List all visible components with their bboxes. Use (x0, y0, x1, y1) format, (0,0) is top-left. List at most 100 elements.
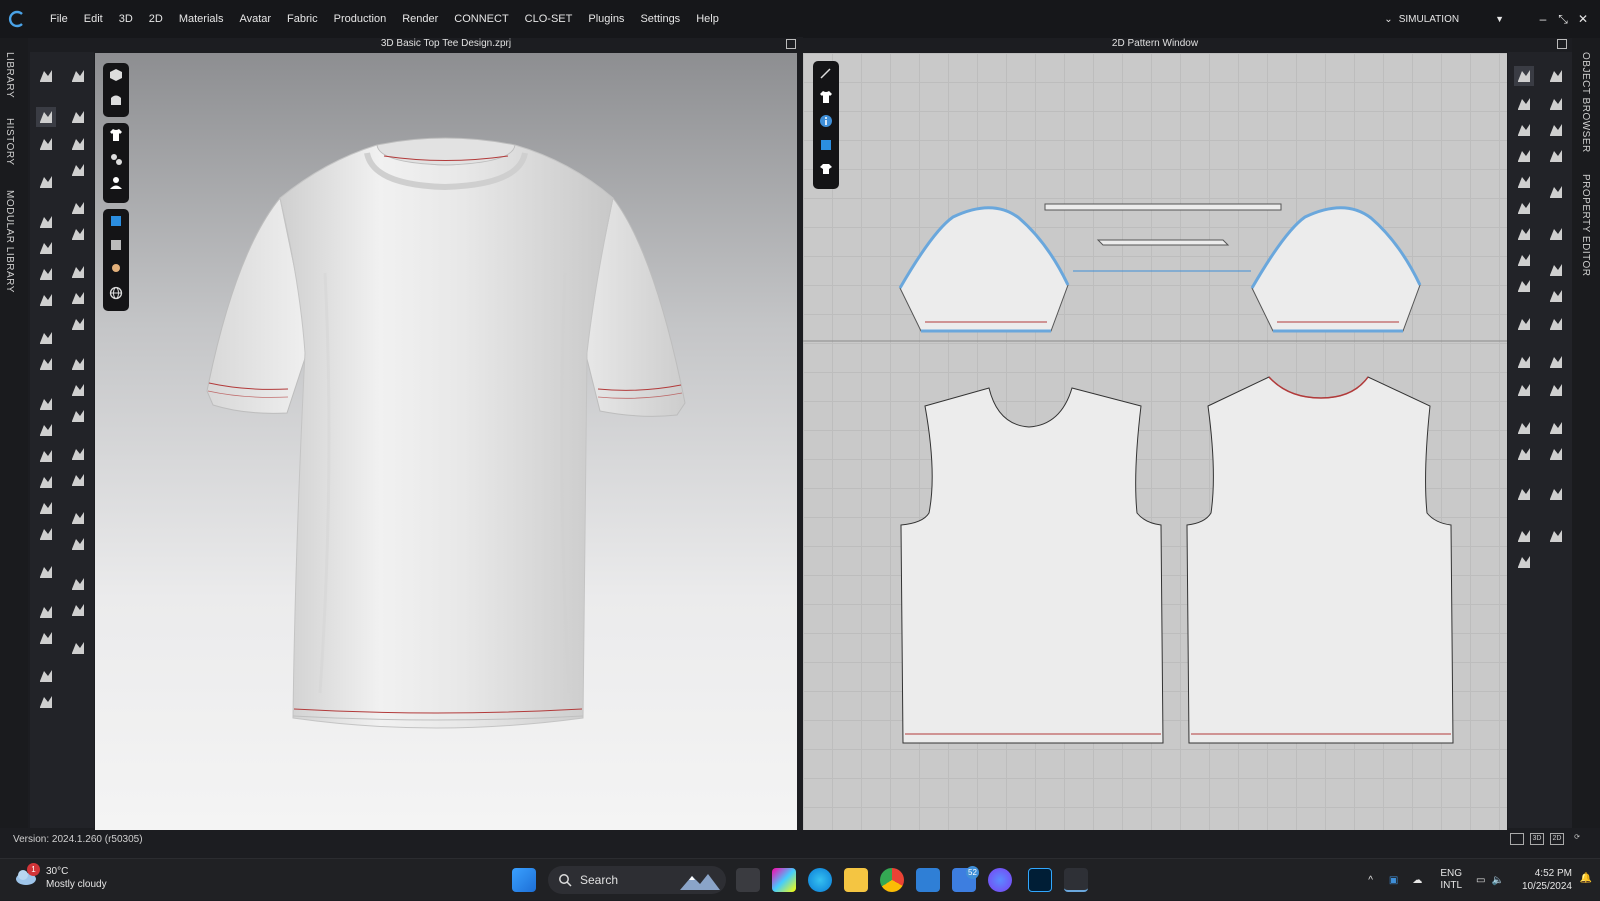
2d-b-tool-7-icon[interactable] (1546, 260, 1566, 280)
menu-render[interactable]: Render (394, 0, 446, 38)
sleeve-pattern-right[interactable] (1251, 207, 1421, 332)
2d-a-tool-16-icon[interactable] (1514, 526, 1534, 546)
viewport2d-popout-icon[interactable] (1557, 39, 1567, 49)
2d-a-tool-2-icon[interactable] (1514, 94, 1534, 114)
chevron-up-icon[interactable]: ^ (1368, 875, 1373, 886)
3d-b-tool-5-icon[interactable] (68, 198, 88, 218)
3d-b-tool-3-icon[interactable] (68, 134, 88, 154)
menu-connect[interactable]: CONNECT (446, 0, 516, 38)
close-icon[interactable]: ✕ (1574, 12, 1592, 26)
network-app-icon[interactable]: ▣ (1389, 875, 1398, 886)
2d-b-tool-9-icon[interactable] (1546, 314, 1566, 334)
file-explorer-icon[interactable] (844, 868, 868, 892)
3d-a-tool-20-icon[interactable] (36, 666, 56, 686)
viewport-2d[interactable] (803, 53, 1507, 830)
view-2d-button[interactable]: 2D (1550, 833, 1564, 845)
3d-a-tool-21-icon[interactable] (36, 692, 56, 712)
2d-a-tool-12-icon[interactable] (1514, 380, 1534, 400)
2d-a-tool-6-icon[interactable] (1514, 198, 1534, 218)
2d-a-tool-9-icon[interactable] (1514, 276, 1534, 296)
tab-property-editor[interactable]: PROPERTY EDITOR (1580, 174, 1591, 277)
display-icon[interactable]: ▭ (1476, 875, 1485, 886)
menu-settings[interactable]: Settings (632, 0, 688, 38)
2d-b-tool-15-icon[interactable] (1546, 526, 1566, 546)
2d-b-tool-8-icon[interactable] (1546, 286, 1566, 306)
menu-production[interactable]: Production (326, 0, 395, 38)
2d-a-tool-4-icon[interactable] (1514, 146, 1534, 166)
3d-b-tool-10-icon[interactable] (68, 354, 88, 374)
volume-icon[interactable]: 🔈 (1491, 875, 1503, 886)
edge-icon[interactable] (808, 868, 832, 892)
3d-a-tool-9-icon[interactable] (36, 328, 56, 348)
tab-history[interactable]: HISTORY (4, 118, 15, 166)
2d-b-tool-2-icon[interactable] (1546, 94, 1566, 114)
3d-a-tool-13-icon[interactable] (36, 446, 56, 466)
3d-b-tool-4-icon[interactable] (68, 160, 88, 180)
3d-a-tool-16-icon[interactable] (36, 524, 56, 544)
mode-selector[interactable]: ⌄ SIMULATION ▼ (1384, 0, 1504, 38)
3d-a-tool-11-icon[interactable] (36, 394, 56, 414)
windows-start-icon[interactable] (512, 868, 536, 892)
2d-b-tool-3-icon[interactable] (1546, 120, 1566, 140)
menu-edit[interactable]: Edit (76, 0, 111, 38)
view-3d-button[interactable]: 3D (1530, 833, 1544, 845)
menu-help[interactable]: Help (688, 0, 727, 38)
tab-object-browser[interactable]: OBJECT BROWSER (1580, 52, 1591, 153)
weather-widget[interactable]: 1 30°C Mostly cloudy (14, 863, 107, 891)
photoshop-icon[interactable] (1028, 868, 1052, 892)
3d-a-tool-6-icon[interactable] (36, 238, 56, 258)
2d-a-tool-13-icon[interactable] (1514, 418, 1534, 438)
menu-fabric[interactable]: Fabric (279, 0, 326, 38)
3d-a-tool-1-icon[interactable] (36, 66, 56, 86)
2d-b-tool-11-icon[interactable] (1546, 380, 1566, 400)
3d-a-tool-19-icon[interactable] (36, 628, 56, 648)
canva-icon[interactable] (988, 868, 1012, 892)
3d-b-tool-1-icon[interactable] (68, 66, 88, 86)
3d-a-tool-7-icon[interactable] (36, 264, 56, 284)
neck-band-piece[interactable] (1096, 239, 1230, 246)
3d-a-tool-14-icon[interactable] (36, 472, 56, 492)
3d-a-tool-12-icon[interactable] (36, 420, 56, 440)
taskbar-search[interactable]: Search (548, 866, 726, 894)
menu-avatar[interactable]: Avatar (231, 0, 279, 38)
2d-a-tool-8-icon[interactable] (1514, 250, 1534, 270)
clock[interactable]: 4:52 PM 10/25/2024 (1522, 867, 1572, 893)
3d-b-tool-8-icon[interactable] (68, 288, 88, 308)
menu-2d[interactable]: 2D (141, 0, 171, 38)
cloud-off-icon[interactable]: ☁ (1412, 875, 1422, 886)
chrome-icon[interactable] (880, 868, 904, 892)
tab-library[interactable]: LIBRARY (4, 52, 15, 98)
3d-b-tool-15-icon[interactable] (68, 508, 88, 528)
2d-a-tool-17-icon[interactable] (1514, 552, 1534, 572)
3d-b-tool-13-icon[interactable] (68, 444, 88, 464)
menu-plugins[interactable]: Plugins (580, 0, 632, 38)
viewport-3d[interactable] (95, 53, 797, 830)
2d-b-tool-10-icon[interactable] (1546, 352, 1566, 372)
3d-b-tool-18-icon[interactable] (68, 600, 88, 620)
2d-b-tool-12-icon[interactable] (1546, 418, 1566, 438)
3d-a-tool-8-icon[interactable] (36, 290, 56, 310)
2d-b-tool-13-icon[interactable] (1546, 444, 1566, 464)
notification-bell-icon[interactable]: 🔔 (1580, 873, 1592, 884)
2d-a-tool-10-icon[interactable] (1514, 314, 1534, 334)
3d-a-tool-5-icon[interactable] (36, 212, 56, 232)
3d-a-tool-17-icon[interactable] (36, 562, 56, 582)
3d-a-tool-4-icon[interactable] (36, 172, 56, 192)
refresh-icon[interactable]: ⟳ (1570, 833, 1584, 845)
store-icon[interactable] (916, 868, 940, 892)
3d-b-tool-12-icon[interactable] (68, 406, 88, 426)
3d-a-tool-10-icon[interactable] (36, 354, 56, 374)
3d-b-tool-19-icon[interactable] (68, 638, 88, 658)
back-body-pattern[interactable] (1186, 376, 1454, 744)
3d-a-tool-2-icon[interactable] (36, 107, 56, 127)
2d-b-tool-5-icon[interactable] (1546, 182, 1566, 202)
menu-clo-set[interactable]: CLO-SET (517, 0, 581, 38)
restore-icon[interactable]: ⤡ (1554, 12, 1572, 27)
2d-a-tool-15-icon[interactable] (1514, 484, 1534, 504)
clo3d-taskbar-icon[interactable] (1064, 868, 1088, 892)
2d-b-tool-14-icon[interactable] (1546, 484, 1566, 504)
3d-b-tool-6-icon[interactable] (68, 224, 88, 244)
menu-file[interactable]: File (42, 0, 76, 38)
3d-b-tool-11-icon[interactable] (68, 380, 88, 400)
view-split-button[interactable] (1510, 833, 1524, 845)
